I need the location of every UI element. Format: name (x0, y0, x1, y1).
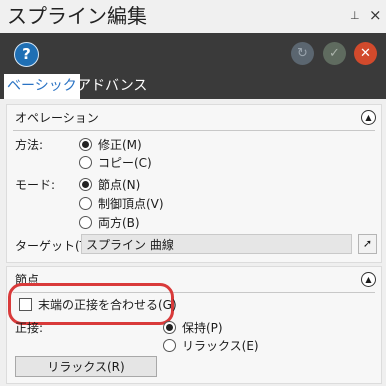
tangent-option-relax[interactable]: リラックス(E) (163, 337, 259, 354)
radio-label: 修正(M) (98, 138, 142, 152)
apply-button[interactable]: ↻ (291, 42, 314, 65)
match-tangent-checkbox[interactable] (19, 298, 32, 311)
radio-selected[interactable] (79, 138, 92, 151)
operation-heading: オペレーション (15, 111, 99, 125)
tangent-label: 正接: (15, 321, 44, 335)
divider (13, 130, 375, 131)
method-label: 方法: (15, 138, 44, 152)
match-tangent-option[interactable]: 末端の正接を合わせる(G) (19, 296, 177, 313)
radio-unselected[interactable] (163, 339, 176, 352)
pin-icon[interactable]: ⊥ (350, 9, 360, 22)
chevron-up-icon[interactable]: ▲ (361, 272, 376, 287)
knot-group: 節点 ▲ 末端の正接を合わせる(G) 正接: 保持(P) リラックス(E) リラ… (6, 266, 382, 384)
pointer-icon[interactable]: ➚ (358, 234, 377, 254)
check-icon: ✓ (329, 46, 340, 61)
title-bar: スプライン編集 ⊥ × (0, 0, 386, 33)
match-tangent-label: 末端の正接を合わせる(G) (38, 298, 177, 312)
tab-bar: ベーシック アドバンス (0, 74, 386, 99)
mode-option-knot[interactable]: 節点(N) (79, 176, 140, 193)
chevron-up-icon[interactable]: ▲ (361, 110, 376, 125)
panel-title: スプライン編集 (7, 4, 147, 28)
toolbar: ? ↻ ✓ ✕ (0, 33, 386, 74)
target-field[interactable]: スプライン 曲線 (81, 234, 352, 254)
tab-advanced[interactable]: アドバンス (74, 74, 150, 99)
method-option-copy[interactable]: コピー(C) (79, 154, 152, 171)
radio-label: リラックス(E) (182, 339, 259, 353)
radio-selected[interactable] (79, 178, 92, 191)
ok-button[interactable]: ✓ (323, 42, 346, 65)
mode-option-both[interactable]: 両方(B) (79, 214, 140, 231)
operation-group: オペレーション ▲ 方法: 修正(M) コピー(C) モード: 節点(N) 制御… (6, 104, 382, 263)
tangent-option-keep[interactable]: 保持(P) (163, 319, 223, 336)
cancel-button[interactable]: ✕ (354, 42, 377, 65)
mode-option-cv[interactable]: 制御頂点(V) (79, 195, 164, 212)
apply-icon: ↻ (297, 46, 308, 61)
radio-unselected[interactable] (79, 197, 92, 210)
radio-label: 制御頂点(V) (98, 197, 164, 211)
tab-basic[interactable]: ベーシック (4, 74, 80, 99)
radio-label: 保持(P) (182, 321, 223, 335)
relax-button[interactable]: リラックス(R) (15, 356, 157, 377)
spline-edit-panel: スプライン編集 ⊥ × ? ↻ ✓ ✕ ベーシック アドバンス オペレーション … (0, 0, 386, 386)
radio-unselected[interactable] (79, 216, 92, 229)
radio-label: 両方(B) (98, 216, 140, 230)
radio-label: 節点(N) (98, 178, 141, 192)
cancel-icon: ✕ (360, 46, 371, 61)
help-button[interactable]: ? (14, 42, 39, 67)
radio-selected[interactable] (163, 321, 176, 334)
close-icon[interactable]: × (369, 6, 382, 24)
radio-unselected[interactable] (79, 156, 92, 169)
radio-label: コピー(C) (98, 156, 152, 170)
method-option-modify[interactable]: 修正(M) (79, 136, 142, 153)
mode-label: モード: (15, 178, 56, 192)
